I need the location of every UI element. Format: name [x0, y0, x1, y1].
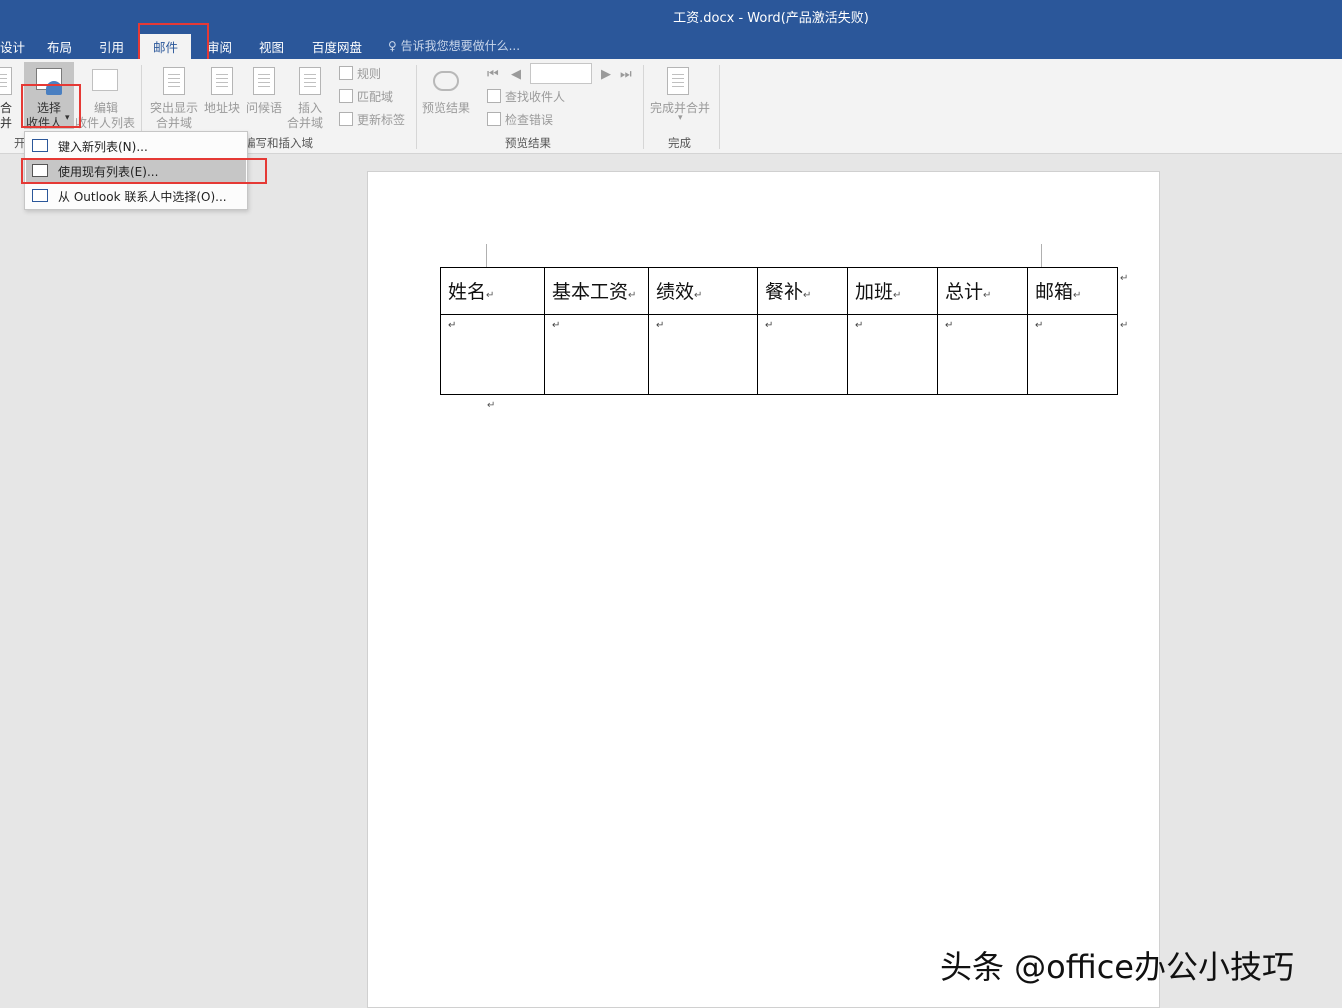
table-cell[interactable]: ↵ [544, 314, 649, 395]
start-merge-label[interactable]: 并 [0, 114, 12, 131]
update-labels-button[interactable]: 更新标签 [357, 111, 405, 128]
table-cell[interactable]: ↵ [937, 314, 1028, 395]
greeting-line-label[interactable]: 问候语 [246, 99, 282, 116]
table-cell[interactable]: ↵ [757, 314, 848, 395]
rules-icon [339, 66, 353, 80]
preview-group-label: 预览结果 [505, 136, 551, 150]
address-block-icon [211, 67, 233, 95]
menu-item-type-new-list[interactable]: 键入新列表(N)... [26, 134, 246, 158]
tab-design[interactable]: 设计 [0, 37, 25, 56]
margin-marker [486, 244, 487, 268]
group-separator [643, 65, 644, 149]
table-cell[interactable]: ↵ [440, 314, 545, 395]
check-errors-button[interactable]: 检查错误 [505, 111, 553, 128]
tab-references[interactable]: 引用 [99, 37, 124, 56]
preview-results-button[interactable]: 预览结果 [422, 99, 470, 116]
next-record-icon[interactable]: ▶ [601, 67, 611, 82]
table-header-cell[interactable]: 餐补↵ [757, 267, 848, 315]
tab-review[interactable]: 审阅 [207, 37, 232, 56]
finish-group-label: 完成 [668, 136, 691, 150]
preview-results-icon [433, 71, 459, 91]
row-end-mark: ↵ [1120, 320, 1129, 331]
greeting-line-icon [253, 67, 275, 95]
table-cell[interactable]: ↵ [1027, 314, 1118, 395]
table-cell[interactable]: ↵ [847, 314, 938, 395]
write-insert-group-label: 编写和插入域 [244, 136, 313, 150]
table-header-cell[interactable]: 邮箱↵ [1027, 267, 1118, 315]
group-separator [719, 65, 720, 149]
menu-item-outlook-contacts[interactable]: 从 Outlook 联系人中选择(O)... [26, 184, 246, 208]
match-fields-button[interactable]: 匹配域 [357, 88, 393, 105]
paragraph-mark: ↵ [487, 400, 496, 411]
table-header-cell[interactable]: 加班↵ [847, 267, 938, 315]
find-recipient-button[interactable]: 查找收件人 [505, 88, 565, 105]
document-page[interactable]: 姓名↵ 基本工资↵ 绩效↵ 餐补↵ 加班↵ 总计↵ 邮箱↵ ↵ ↵ ↵ ↵ ↵ … [367, 171, 1160, 1008]
tab-layout[interactable]: 布局 [47, 37, 72, 56]
update-labels-icon [339, 112, 353, 126]
menu-item-label: 从 Outlook 联系人中选择(O)... [58, 190, 227, 204]
highlight-fields-icon [163, 67, 185, 95]
finish-merge-icon [667, 67, 689, 95]
highlight-fields-label-2[interactable]: 合并域 [156, 114, 192, 131]
edit-recipients-label-2[interactable]: 收件人列表 [75, 114, 135, 131]
group-separator [416, 65, 417, 149]
salary-table[interactable]: 姓名↵ 基本工资↵ 绩效↵ 餐补↵ 加班↵ 总计↵ 邮箱↵ ↵ ↵ ↵ ↵ ↵ … [440, 267, 1118, 395]
highlight-use-existing-list [21, 158, 267, 184]
table-header-cell[interactable]: 绩效↵ [648, 267, 758, 315]
record-number-input[interactable] [530, 63, 592, 84]
table-header-row: 姓名↵ 基本工资↵ 绩效↵ 餐补↵ 加班↵ 总计↵ 邮箱↵ [440, 267, 1118, 315]
previous-record-icon[interactable]: ◀ [511, 67, 521, 82]
highlight-select-recipients [21, 84, 81, 128]
check-errors-icon [487, 112, 501, 126]
table-header-cell[interactable]: 总计↵ [937, 267, 1028, 315]
tab-view[interactable]: 视图 [259, 37, 284, 56]
table-row: ↵ ↵ ↵ ↵ ↵ ↵ ↵ [440, 314, 1118, 395]
tab-baidu-netdisk[interactable]: 百度网盘 [312, 37, 362, 56]
last-record-icon[interactable]: ⏭ [620, 67, 632, 82]
first-record-icon[interactable]: ⏮ [487, 67, 499, 82]
table-header-cell[interactable]: 基本工资↵ [544, 267, 649, 315]
insert-field-label-2[interactable]: 合并域 [287, 114, 323, 131]
watermark: 头条 @office办公小技巧 [940, 948, 1294, 986]
insert-field-icon [299, 67, 321, 95]
edit-list-icon [92, 69, 118, 91]
match-fields-icon [339, 89, 353, 103]
margin-marker [1041, 244, 1042, 268]
tell-me-box[interactable]: ♀ 告诉我您想要做什么... [388, 37, 520, 54]
lightbulb-icon: ♀ [388, 39, 401, 53]
new-list-icon [32, 139, 48, 152]
row-end-mark: ↵ [1120, 273, 1129, 284]
contacts-icon [32, 189, 48, 202]
address-block-label[interactable]: 地址块 [204, 99, 240, 116]
table-header-cell[interactable]: 姓名↵ [440, 267, 545, 315]
rules-button[interactable]: 规则 [357, 65, 381, 82]
find-recipient-icon [487, 89, 501, 103]
menu-item-label: 键入新列表(N)... [58, 140, 148, 154]
start-merge-icon [0, 67, 12, 95]
table-cell[interactable]: ↵ [648, 314, 758, 395]
chevron-down-icon: ▾ [678, 113, 683, 123]
